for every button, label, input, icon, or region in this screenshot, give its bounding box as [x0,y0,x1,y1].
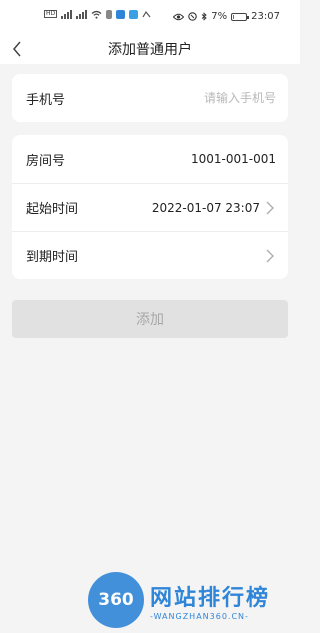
status-right: 7% 23:07 [173,11,280,22]
room-row: 房间号 1001-001-001 [12,135,288,183]
hd-icon: HD [44,10,58,18]
add-button[interactable]: 添加 [12,300,288,338]
back-button[interactable] [8,40,26,58]
watermark: 360 网站排行榜 -WANGZHAN360.CN- [88,572,270,628]
phone-input[interactable] [116,91,276,105]
start-time-field[interactable]: 2022-01-07 23:07 [152,201,276,215]
battery-percent: 7% [211,11,228,22]
app-icon-3 [142,10,151,17]
signal-icon-2 [76,9,88,19]
app-icon-2 [129,9,139,19]
status-time: 23:07 [251,11,280,22]
start-time-row[interactable]: 起始时间 2022-01-07 23:07 [12,183,288,231]
end-time-row[interactable]: 到期时间 [12,231,288,279]
end-time-label: 到期时间 [26,250,79,265]
wifi-icon [91,10,102,19]
watermark-title: 网站排行榜 [150,585,271,611]
time-card: 房间号 1001-001-001 起始时间 2022-01-07 23:07 到… [12,135,288,279]
room-label: 房间号 [26,153,66,169]
end-time-field[interactable] [260,249,276,263]
watermark-url: -WANGZHAN360.CN- [150,611,249,621]
status-left: HD [44,9,151,19]
watermark-logo: 360 [88,572,144,628]
page-title: 添加普通用户 [108,42,192,58]
battery-icon [231,12,250,21]
watermark-text: 网站排行榜 -WANGZHAN360.CN- [150,580,270,621]
chevron-right-icon [266,201,274,214]
status-bar: HD 7% 23:07 [0,0,300,34]
room-value: 1001-001-001 [190,152,276,166]
vibrate-icon [188,12,198,21]
start-time-value: 2022-01-07 23:07 [151,200,260,215]
nav-bar: 添加普通用户 [0,34,300,64]
phone-card: 手机号 [12,74,288,122]
signal-icon [61,9,73,19]
bluetooth-icon [202,12,207,21]
chevron-right-icon [266,249,274,262]
phone-label: 手机号 [26,92,66,108]
phone-row: 手机号 [12,74,288,122]
start-time-label: 起始时间 [26,202,79,217]
app-icon [116,9,126,19]
battery-fill [233,14,235,19]
sim-icon [106,9,113,19]
chevron-left-icon [13,41,21,57]
eye-icon [173,13,185,20]
